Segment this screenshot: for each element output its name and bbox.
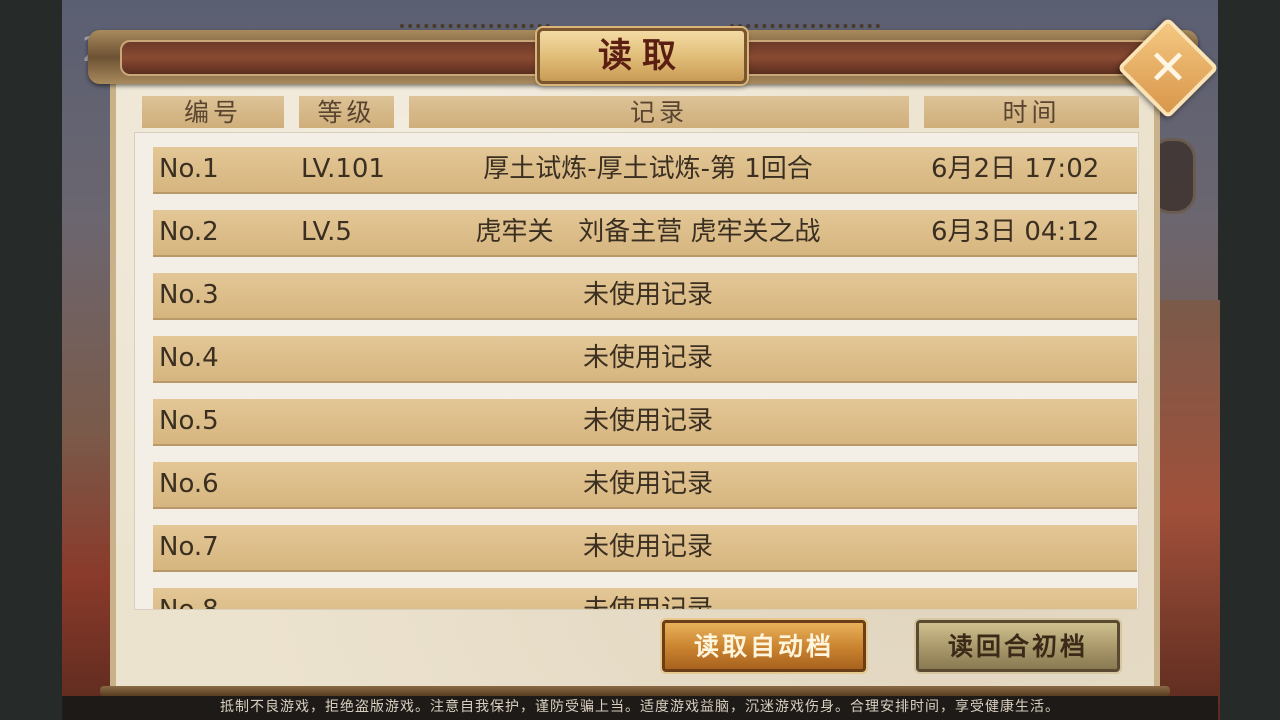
dialog-title: 读取	[598, 36, 686, 76]
chain-left-decoration	[400, 24, 550, 38]
save-slot-7[interactable]: No.7 未使用记录	[153, 525, 1137, 570]
save-slot-3[interactable]: No.3 未使用记录	[153, 273, 1137, 318]
save-slot-1[interactable]: No.1 LV.101 厚土试炼-厚土试炼-第 1回合 6月2日 17:02	[153, 147, 1137, 192]
slot-number: No.4	[159, 343, 219, 373]
column-header-record: 记录	[409, 96, 909, 128]
slot-number: No.6	[159, 469, 219, 499]
slot-record: 厚土试炼-厚土试炼-第 1回合	[483, 154, 813, 184]
column-header-level: 等级	[299, 96, 394, 128]
slot-number: No.8	[159, 595, 219, 610]
save-slot-2[interactable]: No.2 LV.5 虎牢关 刘备主营 虎牢关之战 6月3日 04:12	[153, 210, 1137, 255]
load-auto-save-button[interactable]: 读取自动档	[662, 620, 866, 672]
slot-record: 虎牢关 刘备主营 虎牢关之战	[475, 217, 821, 247]
chain-right-decoration	[730, 24, 880, 38]
health-notice-text: 抵制不良游戏，拒绝盗版游戏。注意自我保护，谨防受骗上当。适度游戏益脑，沉迷游戏伤…	[220, 699, 1060, 715]
slot-time: 6月2日 17:02	[931, 154, 1100, 184]
save-slot-8[interactable]: No.8 未使用记录	[153, 588, 1137, 610]
slot-number: No.1	[159, 154, 219, 184]
slot-level: LV.101	[301, 154, 385, 184]
slot-time: 6月3日 04:12	[931, 217, 1100, 247]
save-slot-4[interactable]: No.4 未使用记录	[153, 336, 1137, 381]
save-slot-5[interactable]: No.5 未使用记录	[153, 399, 1137, 444]
slot-empty-label: 未使用记录	[582, 406, 713, 436]
slot-number: No.2	[159, 217, 219, 247]
slot-empty-label: 未使用记录	[582, 343, 713, 373]
slot-empty-label: 未使用记录	[582, 469, 713, 499]
panel-bottom-rod	[100, 686, 1170, 696]
slot-empty-label: 未使用记录	[582, 595, 713, 610]
left-letterbox	[0, 0, 62, 720]
column-header-time: 时间	[924, 96, 1139, 128]
slot-number: No.5	[159, 406, 219, 436]
slot-number: No.7	[159, 532, 219, 562]
save-slot-6[interactable]: No.6 未使用记录	[153, 462, 1137, 507]
column-header-id: 编号	[142, 96, 284, 128]
load-round-start-save-button[interactable]: 读回合初档	[916, 620, 1120, 672]
slot-empty-label: 未使用记录	[582, 532, 713, 562]
slot-number: No.3	[159, 280, 219, 310]
slot-level: LV.5	[301, 217, 352, 247]
save-slot-list[interactable]: No.1 LV.101 厚土试炼-厚土试炼-第 1回合 6月2日 17:02 N…	[134, 132, 1139, 610]
slot-empty-label: 未使用记录	[582, 280, 713, 310]
right-letterbox	[1218, 0, 1280, 720]
